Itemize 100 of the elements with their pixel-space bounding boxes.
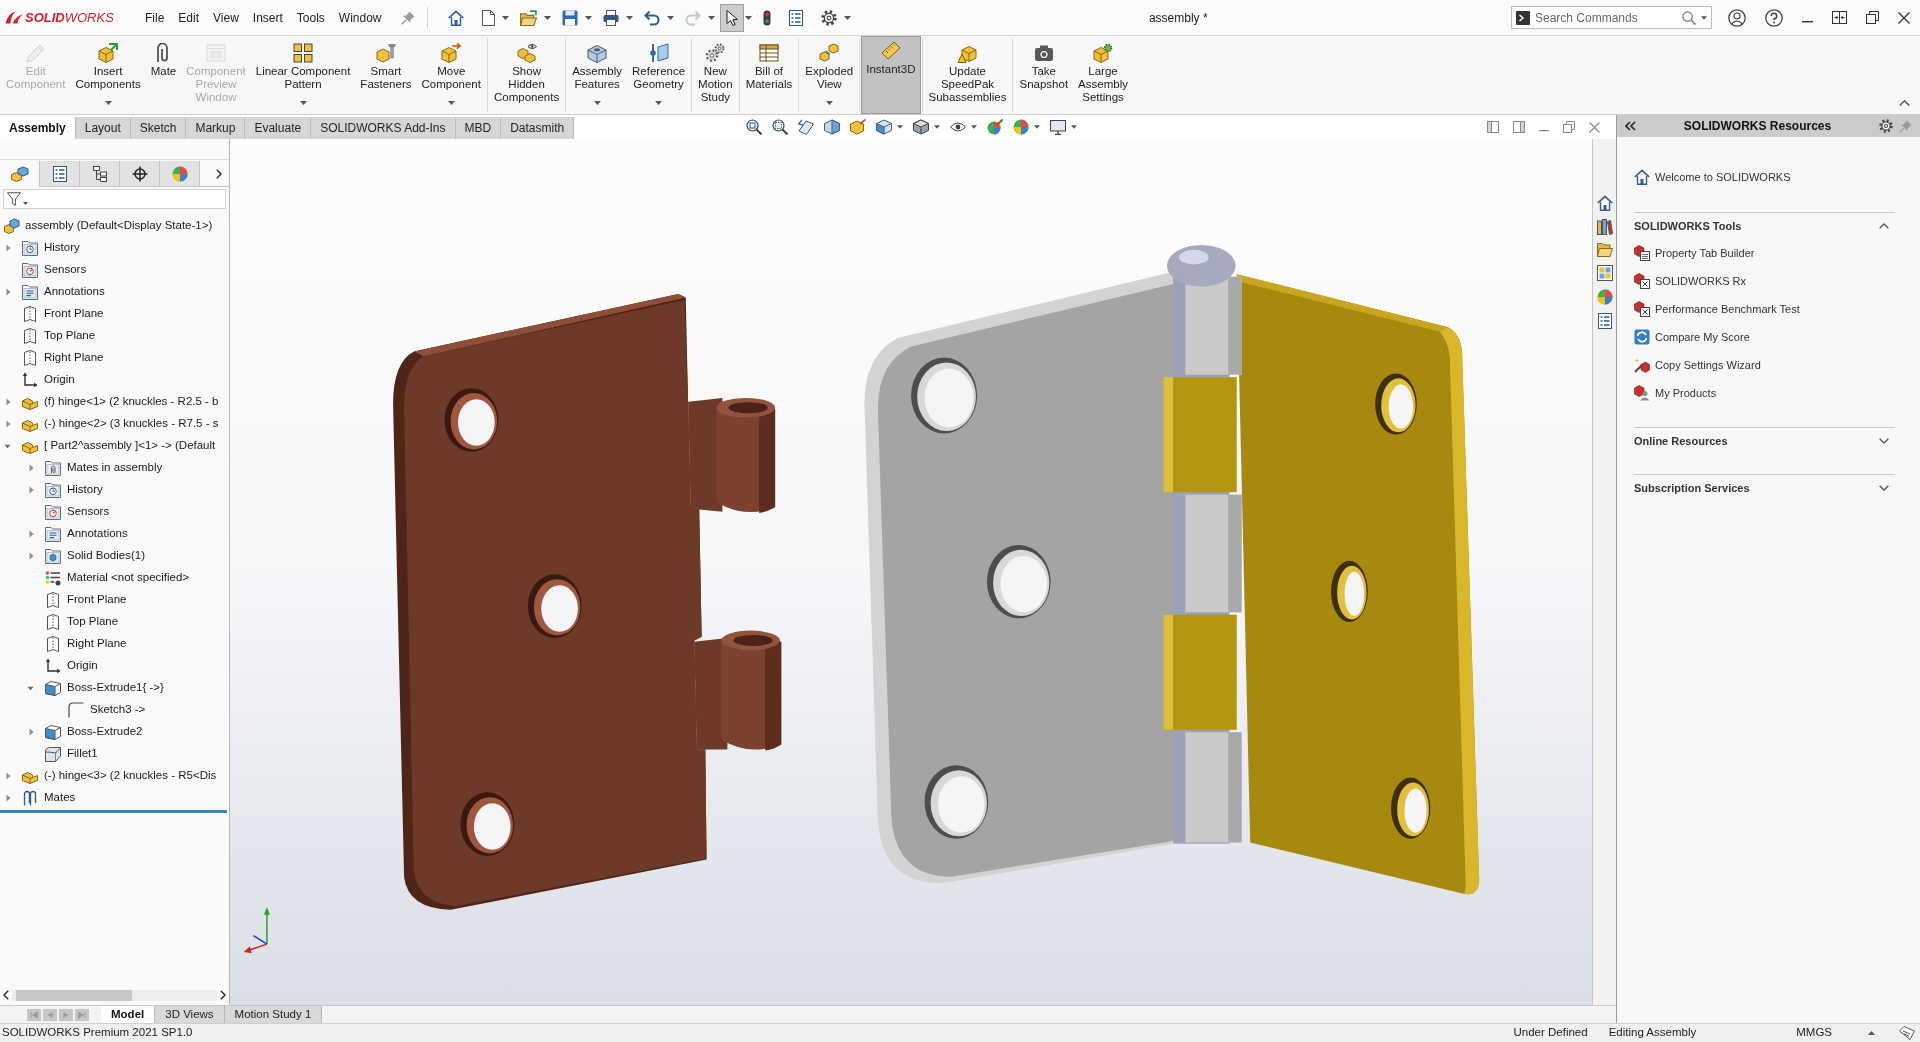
caret-down-icon[interactable] (501, 15, 509, 20)
snapshot-button[interactable]: Take Snapshot (1014, 38, 1074, 112)
task-pane-link[interactable]: My Products (1655, 384, 1717, 402)
bottom-tab[interactable]: Model (101, 1006, 156, 1023)
tree-item[interactable]: Boss-Extrude2 (67, 723, 143, 741)
tree-item[interactable]: [ Part2^assembly ]<1> -> (Default (44, 437, 216, 455)
bottom-tab[interactable]: Motion Study 1 (224, 1006, 323, 1023)
large-assembly-button[interactable]: Large Assembly Settings (1073, 38, 1133, 112)
tree-item[interactable]: Solid Bodies(1) (67, 547, 145, 565)
search-icon[interactable] (1682, 10, 1696, 25)
sphere-pencil-icon[interactable] (987, 119, 1004, 135)
tree-item[interactable]: Right Plane (44, 349, 104, 367)
home-icon[interactable] (1596, 195, 1613, 211)
tree-item[interactable]: History (67, 481, 103, 499)
books-icon[interactable] (1596, 219, 1613, 235)
annotation-view-icon[interactable] (850, 119, 867, 135)
mate-button[interactable]: Mate (145, 38, 182, 112)
instant3d-button[interactable]: Instant3D (861, 36, 921, 114)
tree-item[interactable]: Annotations (67, 525, 128, 543)
double-chevron-left-icon[interactable] (1625, 121, 1636, 131)
shaded-cube-icon[interactable] (913, 119, 930, 135)
motion-study-button[interactable]: New Motion Study (693, 38, 738, 112)
caret-up-icon[interactable] (1868, 1031, 1875, 1035)
command-tab[interactable]: Sketch (130, 117, 187, 139)
split-window-icon[interactable] (1832, 11, 1847, 24)
tree-item[interactable]: Front Plane (67, 591, 127, 609)
task-pane-link[interactable]: Performance Benchmark Test (1655, 300, 1800, 318)
caret-down-icon[interactable] (1701, 15, 1707, 20)
caret-down-icon[interactable] (971, 125, 978, 129)
caret-down-icon[interactable] (1071, 125, 1078, 129)
caret-right-icon[interactable] (6, 288, 11, 296)
caret-down-icon[interactable] (934, 125, 941, 129)
caret-right-icon[interactable] (6, 772, 11, 780)
user-icon[interactable] (1728, 8, 1746, 27)
menu-item[interactable]: File (138, 8, 172, 27)
tag-icon[interactable] (1899, 1026, 1915, 1040)
units-selector[interactable]: MMGS (1796, 1024, 1832, 1042)
tree-item[interactable]: Top Plane (44, 327, 96, 345)
speedpak-button[interactable]: Update SpeedPak Subassemblies (923, 38, 1012, 112)
chevron-up-icon[interactable] (1899, 100, 1910, 106)
chevron-left-icon[interactable] (3, 990, 9, 1000)
insert-components-button[interactable]: Insert Components (70, 38, 146, 112)
task-pane-link[interactable]: SOLIDWORKS Rx (1655, 272, 1747, 290)
caret-right-icon[interactable] (29, 464, 34, 472)
caret-right-icon[interactable] (29, 728, 34, 736)
caret-right-icon[interactable] (6, 794, 11, 802)
caret-down-icon[interactable] (543, 15, 551, 20)
bottom-tab[interactable]: 3D Views (155, 1006, 225, 1023)
caret-down-icon[interactable] (4, 443, 11, 449)
menu-item[interactable]: View (206, 8, 246, 27)
menu-item[interactable]: Insert (245, 8, 290, 27)
scrollbar-thumb[interactable] (16, 989, 132, 1001)
tree-item[interactable]: Material <not specified> (67, 569, 190, 587)
tree-item[interactable]: (-) hinge<2> (3 knuckles - R7.5 - s (44, 415, 219, 433)
stack-icon[interactable] (1596, 265, 1613, 281)
panel-tab[interactable] (40, 161, 80, 187)
caret-right-icon[interactable] (29, 486, 34, 494)
command-tab[interactable]: Markup (186, 117, 246, 139)
assembly-features-button[interactable]: Assembly Features (567, 38, 628, 112)
exploded-view-button[interactable]: Exploded View (800, 38, 859, 112)
restore-icon[interactable] (1866, 11, 1879, 24)
menu-item[interactable]: Window (331, 8, 389, 27)
tree-item[interactable]: Mates in assembly (67, 459, 163, 477)
search-box[interactable]: Search Commands (1511, 6, 1712, 29)
caret-down-icon[interactable] (897, 125, 904, 129)
tree-item[interactable]: (f) hinge<1> (2 knuckles - R2.5 - b (44, 393, 219, 411)
zoom-area-icon[interactable] (772, 119, 789, 135)
menu-item[interactable]: Tools (289, 8, 332, 27)
section-title[interactable]: SOLIDWORKS Tools (1634, 217, 1742, 235)
caret-right-icon[interactable] (6, 398, 11, 406)
chevron-down-icon[interactable] (1879, 485, 1889, 491)
hinge-leaf-drawing[interactable] (393, 293, 782, 910)
tree-item[interactable]: assembly (Default<Display State-1>) (25, 217, 213, 235)
panel-tab[interactable] (80, 161, 120, 187)
menu-item[interactable]: Edit (171, 8, 207, 27)
horizontal-scrollbar[interactable] (12, 989, 217, 1001)
welcome-link[interactable]: Welcome to SOLIDWORKS (1655, 168, 1791, 186)
select-button[interactable] (719, 3, 744, 32)
section-title[interactable]: Online Resources (1634, 432, 1728, 450)
list-icon[interactable] (1597, 313, 1612, 329)
task-pane-link[interactable]: Copy Settings Wizard (1655, 356, 1761, 374)
tile-right-icon[interactable] (1513, 121, 1525, 133)
panel-tab[interactable] (120, 161, 160, 187)
zoom-to-fit-icon[interactable] (746, 119, 763, 135)
tree-item[interactable]: Boss-Extrude1{ ->} (67, 679, 164, 697)
tree-item[interactable]: Fillet1 (67, 745, 98, 763)
task-pane-link[interactable]: Property Tab Builder (1655, 244, 1755, 262)
caret-right-icon[interactable] (29, 530, 34, 538)
task-pane-link[interactable]: Compare My Score (1655, 328, 1750, 346)
minimize-icon[interactable] (1802, 21, 1813, 23)
settings-icon[interactable] (1879, 119, 1893, 133)
tree-item[interactable]: History (44, 239, 80, 257)
view-cube-icon[interactable] (876, 119, 893, 135)
minimize-icon[interactable] (1539, 130, 1549, 132)
caret-down-icon[interactable] (843, 15, 851, 20)
reference-geometry-button[interactable]: Reference Geometry (627, 38, 691, 112)
caret-down-icon[interactable] (744, 15, 752, 20)
search-field[interactable]: Search Commands (1535, 8, 1677, 27)
tree-item[interactable]: Sensors (67, 503, 110, 521)
tree-item[interactable]: Top Plane (67, 613, 119, 631)
